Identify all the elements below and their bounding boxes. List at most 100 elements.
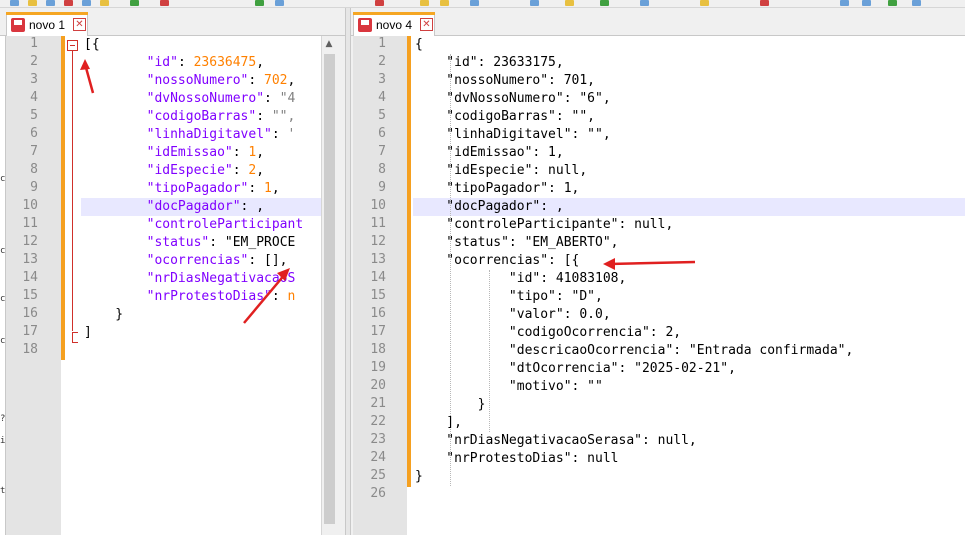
line-number: 15 — [370, 288, 386, 303]
code-token: } — [84, 307, 124, 322]
code-token: "EM_PROCE — [224, 235, 296, 250]
left-editor[interactable]: 1 2 3 4 5 6 7 8 9 10 11 12 13 14 15 16 17 18[{ "id": 2363… — [6, 36, 336, 535]
code-token: "controleParticipant — [146, 217, 304, 232]
toolbar-icon[interactable] — [46, 0, 55, 6]
code-line: "controleParticipant — [84, 216, 304, 234]
tab-novo-1[interactable]: novo 1 ✕ — [6, 12, 88, 36]
code-token: "nossoNumero" — [146, 73, 249, 88]
edge-glyph: c — [0, 294, 6, 304]
code-token: : — [271, 289, 288, 304]
edge-glyph: c — [0, 246, 6, 256]
close-icon[interactable]: ✕ — [73, 18, 86, 31]
code-line: "linhaDigitavel": ' — [84, 126, 296, 144]
edge-glyph: c — [0, 336, 6, 346]
code-token: "codigoBarras" — [146, 109, 257, 124]
toolbar-icon[interactable] — [862, 0, 871, 6]
code-token: , — [256, 145, 265, 160]
line-number: 5 — [30, 108, 38, 123]
code-line: "idEmissao": 1, — [415, 145, 564, 160]
code-token: "idEspecie" — [146, 163, 233, 178]
scroll-up-arrow[interactable]: ▲ — [322, 36, 336, 52]
code-line: "docPagador": , — [84, 198, 264, 216]
code-token: 702 — [264, 73, 288, 88]
line-number: 11 — [22, 216, 38, 231]
code-line: "status": "EM_ABERTO", — [415, 235, 619, 250]
line-number: 4 — [378, 90, 386, 105]
toolbar-icon[interactable] — [600, 0, 609, 6]
line-number: 13 — [22, 252, 38, 267]
toolbar-icon[interactable] — [28, 0, 37, 6]
line-number: 16 — [370, 306, 386, 321]
line-number: 1 — [378, 36, 386, 51]
edge-glyph: t — [0, 486, 6, 496]
line-number: 3 — [30, 72, 38, 87]
line-number: 18 — [22, 342, 38, 357]
code-token: : — [177, 55, 194, 70]
close-icon[interactable]: ✕ — [420, 18, 433, 31]
line-number: 23 — [370, 432, 386, 447]
line-number: 9 — [378, 180, 386, 195]
line-number: 3 — [378, 72, 386, 87]
toolbar-icon[interactable] — [760, 0, 769, 6]
toolbar-icon[interactable] — [130, 0, 139, 6]
toolbar-icon[interactable] — [100, 0, 109, 6]
scroll-thumb[interactable] — [324, 54, 335, 524]
code-line: "tipo": "D", — [415, 289, 603, 304]
code-token: ] — [84, 325, 92, 340]
toolbar-icon[interactable] — [912, 0, 921, 6]
code-line: "idEmissao": 1, — [84, 144, 264, 162]
code-line: ] — [84, 324, 92, 342]
toolbar-icon[interactable] — [700, 0, 709, 6]
toolbar-icon[interactable] — [565, 0, 574, 6]
toolbar-icon[interactable] — [64, 0, 73, 6]
tab-novo-4[interactable]: novo 4 ✕ — [353, 12, 435, 36]
line-number: 2 — [378, 54, 386, 69]
toolbar-icon[interactable] — [82, 0, 91, 6]
code-line: "dvNossoNumero": "6", — [415, 91, 611, 106]
toolbar-icon[interactable] — [840, 0, 849, 6]
left-tabbar: novo 1 ✕ — [0, 8, 345, 36]
code-line: "motivo": "" — [415, 379, 603, 394]
line-number: 17 — [370, 324, 386, 339]
right-tabbar: novo 4 ✕ — [351, 8, 965, 36]
toolbar-icon[interactable] — [375, 0, 384, 6]
toolbar-icon[interactable] — [160, 0, 169, 6]
fold-line — [72, 51, 73, 331]
code-line: "descricaoOcorrencia": "Entrada confirma… — [415, 343, 854, 358]
code-token: : — [256, 109, 272, 124]
toolbar-icon[interactable] — [10, 0, 19, 6]
code-token: "tipoPagador" — [146, 181, 249, 196]
code-line: } — [84, 306, 123, 324]
toolbar-icon[interactable] — [640, 0, 649, 6]
toolbar-icon[interactable] — [530, 0, 539, 6]
fold-margin — [411, 36, 413, 535]
code-line: } — [415, 469, 423, 484]
right-editor[interactable]: 1 2 3 4 5 6 7 8 9 10 11 12 13 14 15 16 17 18 19 20 21 22 23 24 2… — [353, 36, 965, 535]
code-token: , — [256, 55, 265, 70]
toolbar-icon[interactable] — [255, 0, 264, 6]
line-number: 24 — [370, 450, 386, 465]
code-line: "status": "EM_PROCE — [84, 234, 296, 252]
line-number: 11 — [370, 216, 386, 231]
fold-toggle-icon[interactable] — [67, 40, 78, 51]
code-token: : , — [240, 199, 265, 214]
toolbar-icon[interactable] — [440, 0, 449, 6]
code-token: 1 — [264, 181, 272, 196]
vertical-scrollbar[interactable]: ▲ — [321, 36, 336, 535]
code-token: "id" — [146, 55, 178, 70]
toolbar-icon[interactable] — [420, 0, 429, 6]
toolbar-icon[interactable] — [888, 0, 897, 6]
toolbar-icon[interactable] — [470, 0, 479, 6]
code-line: [{ — [84, 36, 100, 54]
code-line: "tipoPagador": 1, — [84, 180, 280, 198]
toolbar-icon[interactable] — [275, 0, 284, 6]
code-token: ' — [287, 127, 296, 142]
code-line: "nossoNumero": 702, — [84, 72, 296, 90]
